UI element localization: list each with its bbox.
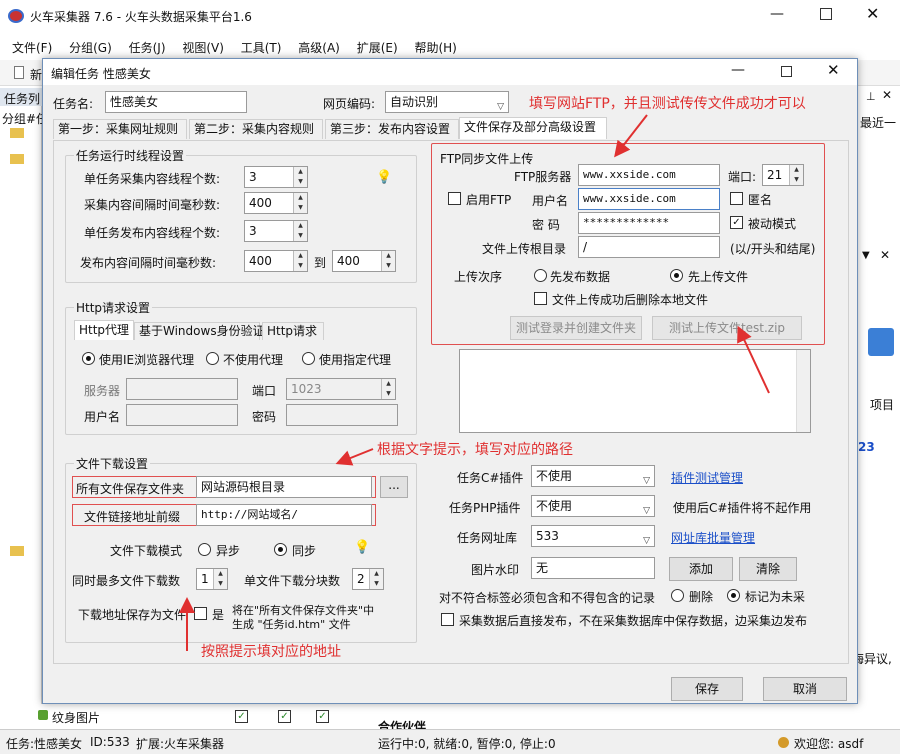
- menu-help[interactable]: 帮助(H): [414, 41, 456, 55]
- close-icon[interactable]: ✕: [866, 4, 879, 23]
- tree-item-icon: [38, 710, 48, 720]
- bottom-list-row: 纹身图片 ✓ ✓ ✓ 合作伙伴: [0, 704, 900, 734]
- app-title: 火车采集器 7.6 - 火车头数据采集平台1.6: [30, 10, 252, 24]
- menu-group[interactable]: 分组(G): [69, 41, 112, 55]
- folder-icon[interactable]: [10, 546, 24, 556]
- menu-file[interactable]: 文件(F): [12, 41, 52, 55]
- menu-tools[interactable]: 工具(T): [241, 41, 282, 55]
- left-panel-title: 任务列: [4, 92, 41, 106]
- status-bar: 任务:性感美女 ID:533 扩展:火车采集器 运行中:0, 就绪:0, 暂停:…: [0, 729, 900, 754]
- right-close-icon-2[interactable]: ✕: [880, 248, 890, 262]
- right-number: 23: [858, 440, 875, 454]
- status-task: 任务:性感美女: [6, 737, 83, 751]
- new-doc-icon[interactable]: [14, 66, 24, 79]
- project-icon[interactable]: [868, 328, 894, 356]
- menu-task[interactable]: 任务(J): [129, 41, 166, 55]
- folder-icon[interactable]: [10, 128, 24, 138]
- edit-task-dialog: 编辑任务 性感美女 — ✕ 任务名: 性感美女 网页编码: 自动识别 ▽ 第一步：…: [42, 58, 858, 704]
- arrow-ftp: [614, 114, 648, 158]
- status-ext: 扩展:火车采集器: [136, 737, 225, 751]
- menu-extend[interactable]: 扩展(E): [357, 41, 398, 55]
- menubar: 文件(F) 分组(G) 任务(J) 视图(V) 工具(T) 高级(A) 扩展(E…: [12, 39, 470, 55]
- left-panel-header: 任务列: [0, 88, 42, 106]
- list-checkbox[interactable]: ✓: [278, 710, 291, 723]
- right-partial-label: 最近一: [860, 116, 897, 130]
- app-titlebar: 火车采集器 7.6 - 火车头数据采集平台1.6 — ✕: [0, 0, 900, 32]
- left-panel: 任务列 分组#任: [0, 88, 48, 728]
- status-welcome: 欢迎您: asdf: [794, 737, 864, 751]
- right-close-icon[interactable]: ✕: [882, 88, 892, 102]
- right-item-label: 项目: [870, 398, 895, 412]
- user-icon: [778, 737, 789, 748]
- annotation-arrows: [179, 114, 770, 651]
- arrow-path: [335, 448, 374, 466]
- maximize-icon[interactable]: [820, 8, 832, 20]
- pin-icon[interactable]: ⊥: [866, 90, 876, 103]
- menu-view[interactable]: 视图(V): [182, 41, 224, 55]
- app-logo-icon: [8, 9, 24, 23]
- folder-icon[interactable]: [10, 154, 24, 164]
- right-panel: ⊥ ✕ 最近一 ▼ ✕ 项目 23 海异议,: [852, 88, 900, 728]
- status-id: ID:533: [90, 735, 130, 749]
- list-checkbox[interactable]: ✓: [235, 710, 248, 723]
- list-checkbox[interactable]: ✓: [316, 710, 329, 723]
- status-running: 运行中:0, 就绪:0, 暂停:0, 停止:0: [378, 737, 556, 751]
- dropdown-icon[interactable]: ▼: [862, 250, 870, 261]
- bottom-tree-label[interactable]: 纹身图片: [52, 709, 100, 726]
- arrow-upload: [737, 325, 770, 394]
- menu-advanced[interactable]: 高级(A): [298, 41, 340, 55]
- minimize-icon[interactable]: —: [770, 6, 784, 22]
- toolbar-new-label[interactable]: 新: [30, 66, 42, 83]
